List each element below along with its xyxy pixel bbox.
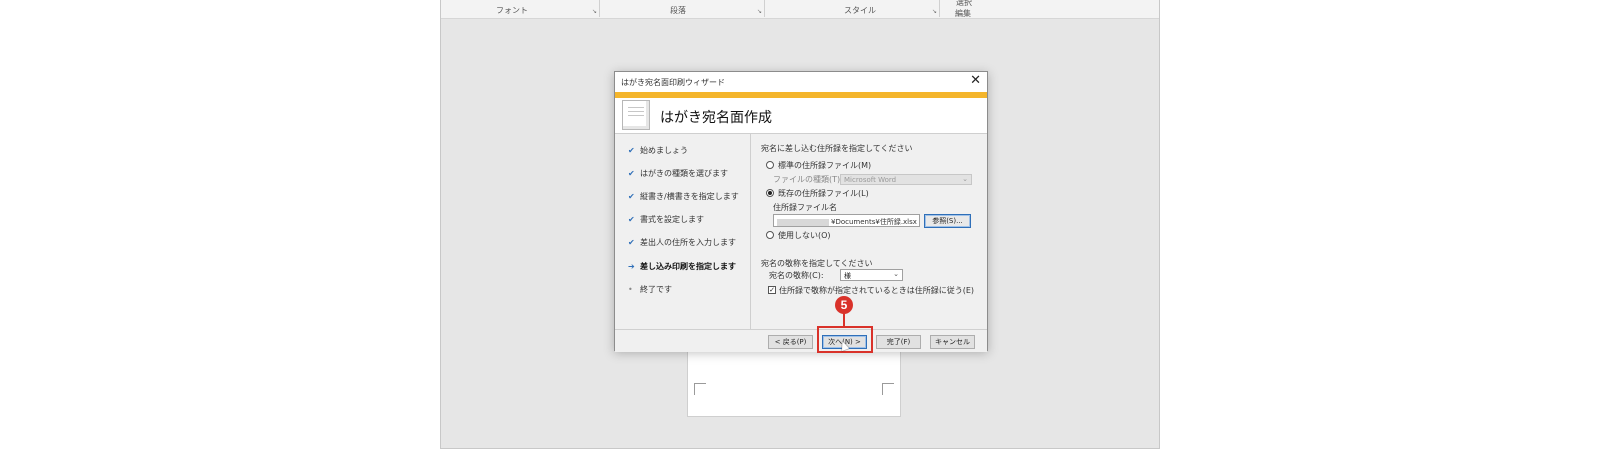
ribbon-separator: [599, 0, 600, 17]
dialog-title: はがき宛名面印刷ウィザード: [621, 78, 725, 87]
chevron-down-icon: ⌄: [962, 175, 968, 183]
radio-existing-address-file-label: 既存の住所録ファイル(L): [778, 189, 869, 198]
step-label: 終了です: [640, 285, 672, 294]
arrow-right-icon: ➔: [628, 262, 635, 271]
postcard-preview: [687, 344, 901, 417]
step-item: ✔ 書式を設定します: [628, 214, 704, 226]
step-label: 始めましょう: [640, 146, 688, 155]
step-item: • 終了です: [628, 284, 672, 296]
ribbon: フォント ↘ 段落 ↘ スタイル ↘ 選択 編集: [441, 0, 1159, 19]
file-name-label: 住所録ファイル名: [773, 203, 837, 212]
callout-line: [843, 313, 845, 326]
step-number-badge: 5: [835, 296, 853, 314]
check-icon: ✔: [628, 238, 635, 247]
ribbon-group-styles: スタイル: [844, 6, 876, 15]
step-item: ✔ はがきの種類を選びます: [628, 168, 728, 180]
ribbon-separator: [939, 0, 940, 17]
step-label: 差出人の住所を入力します: [640, 238, 736, 247]
step-label: 書式を設定します: [640, 215, 704, 224]
wizard-options: 宛名に差し込む住所録を指定してください 標準の住所録ファイル(M) ファイルの種…: [752, 134, 989, 329]
wizard-header: はがき宛名面作成: [615, 98, 987, 134]
back-button[interactable]: < 戻る(P): [768, 335, 813, 349]
step-label: 差し込み印刷を指定します: [640, 262, 736, 271]
honorific-value: 様: [844, 272, 851, 280]
close-icon[interactable]: ✕: [970, 74, 981, 88]
paragraph-dialog-launcher-icon[interactable]: ↘: [757, 8, 762, 15]
check-icon: ✔: [628, 215, 635, 224]
browse-button[interactable]: 参照(S)...: [924, 214, 971, 228]
step-label: はがきの種類を選びます: [640, 169, 728, 178]
ribbon-select-button[interactable]: 選択: [956, 0, 972, 8]
radio-standard-address-file[interactable]: [766, 161, 774, 169]
step-item-current: ➔ 差し込み印刷を指定します: [628, 261, 736, 273]
bullet-icon: •: [628, 285, 633, 294]
font-dialog-launcher-icon[interactable]: ↘: [592, 8, 597, 15]
radio-existing-address-file[interactable]: [766, 189, 774, 197]
check-icon: ✔: [628, 169, 635, 178]
address-section-heading: 宛名に差し込む住所録を指定してください: [761, 144, 913, 153]
honorific-select[interactable]: 様 ⌄: [840, 269, 903, 281]
follow-address-book-label: 住所録で敬称が指定されているときは住所録に従う(E): [779, 286, 975, 295]
postcard-wizard-dialog: はがき宛名面印刷ウィザード ✕ はがき宛名面作成 ✔ 始めましょう ✔ はがきの種類…: [614, 71, 989, 352]
chevron-down-icon: ⌄: [893, 270, 899, 278]
file-type-select: Microsoft Word ⌄: [840, 174, 972, 185]
radio-no-address-file-label: 使用しない(O): [778, 231, 831, 240]
finish-button[interactable]: 完了(F): [876, 335, 921, 349]
file-path-input[interactable]: ¥Documents¥住所録.xlsx: [773, 214, 920, 227]
crop-mark: [882, 383, 894, 395]
step-item: ✔ 縦書き/横書きを指定します: [628, 191, 739, 203]
file-path-value: ¥Documents¥住所録.xlsx: [831, 218, 917, 226]
ribbon-group-paragraph: 段落: [670, 6, 686, 15]
file-type-label: ファイルの種類(T):: [773, 175, 843, 184]
dialog-titlebar: はがき宛名面印刷ウィザード ✕: [615, 72, 987, 92]
dialog-footer: < 戻る(P) 次へ(N) > 完了(F) キャンセル: [615, 329, 987, 352]
honorific-section-heading: 宛名の敬称を指定してください: [761, 259, 873, 268]
file-type-value: Microsoft Word: [844, 176, 897, 184]
ribbon-group-font: フォント: [496, 6, 528, 15]
crop-mark: [694, 383, 706, 395]
redacted-path: [777, 218, 829, 226]
step-item: ✔ 差出人の住所を入力します: [628, 237, 736, 249]
wizard-header-title: はがき宛名面作成: [660, 110, 772, 126]
follow-address-book-checkbox[interactable]: ✓: [768, 286, 776, 294]
radio-no-address-file[interactable]: [766, 231, 774, 239]
step-item: ✔ 始めましょう: [628, 145, 688, 157]
honorific-label: 宛名の敬称(C):: [769, 271, 824, 280]
ribbon-separator: [764, 0, 765, 17]
check-icon: ✔: [628, 146, 635, 155]
cancel-button[interactable]: キャンセル: [930, 335, 975, 349]
ribbon-group-editing: 編集: [955, 9, 971, 18]
radio-standard-address-file-label: 標準の住所録ファイル(M): [778, 161, 872, 170]
step-label: 縦書き/横書きを指定します: [640, 192, 739, 201]
check-icon: ✔: [628, 192, 635, 201]
wizard-steps: ✔ 始めましょう ✔ はがきの種類を選びます ✔ 縦書き/横書きを指定します ✔ 書式を…: [615, 134, 751, 329]
styles-dialog-launcher-icon[interactable]: ↘: [932, 8, 937, 15]
postcard-icon: [622, 100, 650, 130]
